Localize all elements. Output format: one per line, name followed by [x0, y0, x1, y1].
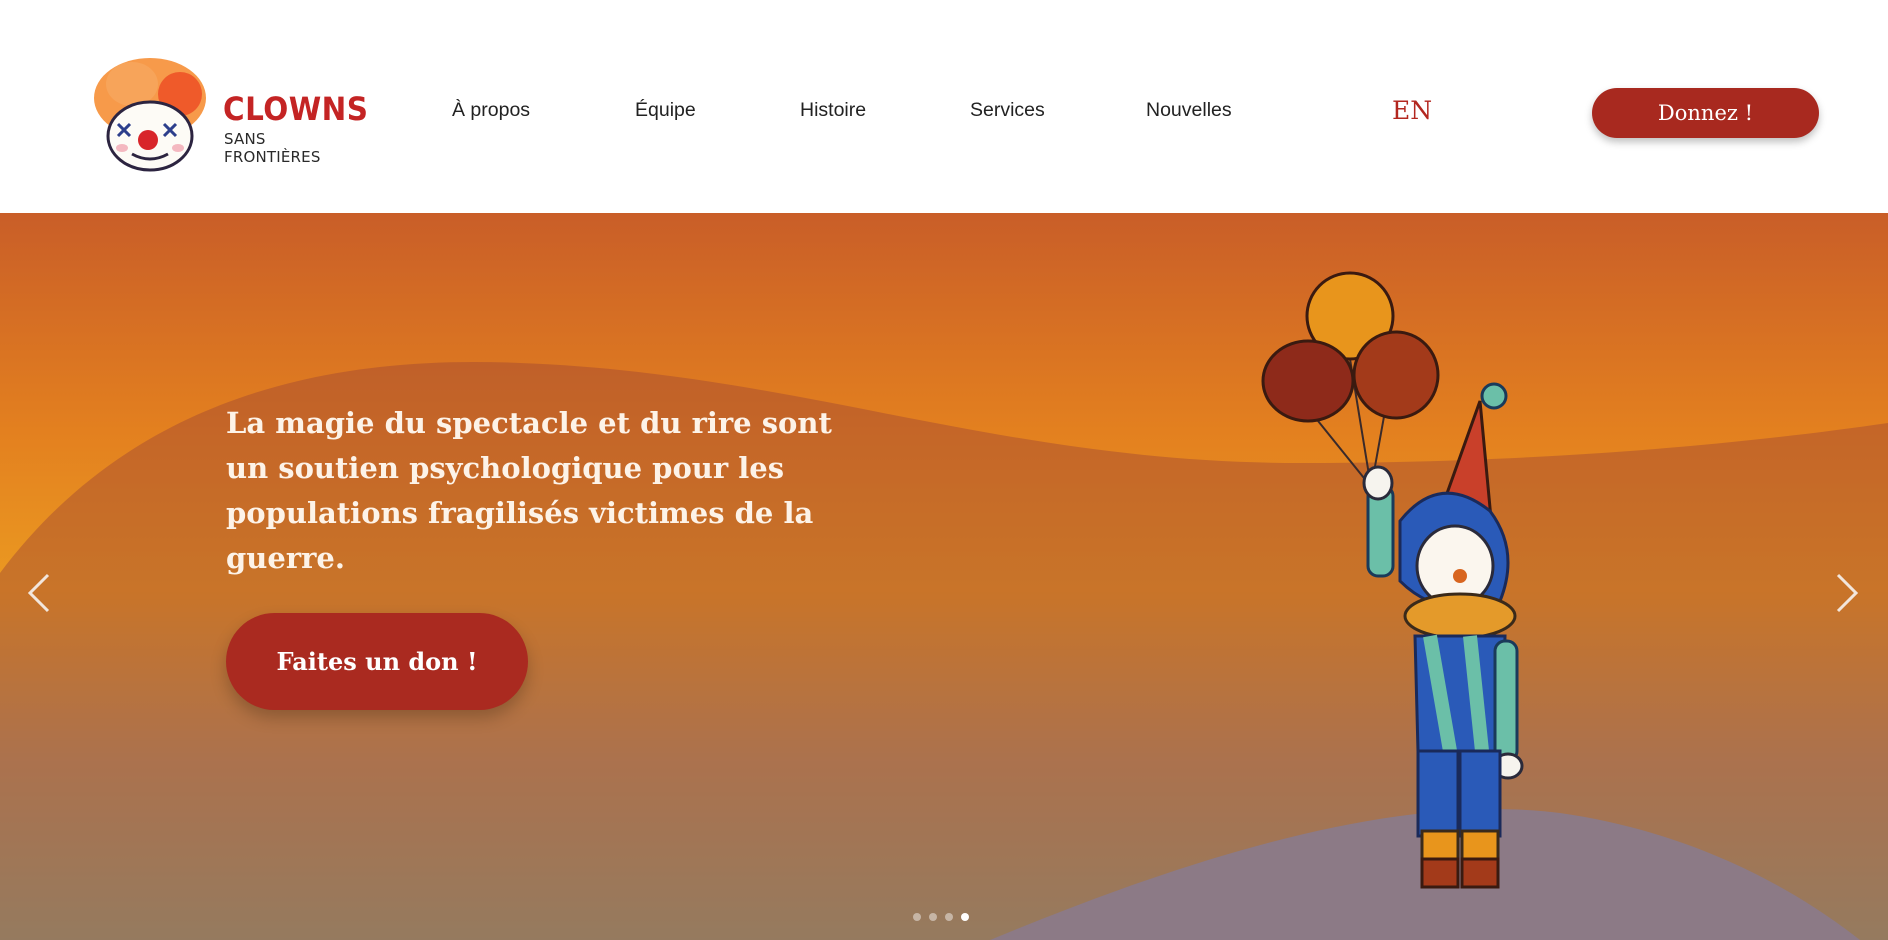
- chevron-left-icon[interactable]: [20, 563, 60, 623]
- nav-item-nouvelles[interactable]: Nouvelles: [1146, 99, 1232, 122]
- site-header: CLOWNS SANS FRONTIÈRES À propos Équipe H…: [0, 0, 1888, 213]
- nav-item-a-propos[interactable]: À propos: [452, 99, 530, 122]
- carousel-dot[interactable]: [945, 913, 953, 921]
- logo-subtitle: SANS FRONTIÈRES: [224, 130, 321, 166]
- donate-button[interactable]: Donnez !: [1592, 88, 1819, 138]
- language-switch[interactable]: EN: [1392, 96, 1432, 125]
- chevron-right-icon[interactable]: [1826, 563, 1866, 623]
- nav-item-equipe[interactable]: Équipe: [635, 99, 696, 122]
- carousel-dot[interactable]: [929, 913, 937, 921]
- carousel-dot[interactable]: [913, 913, 921, 921]
- nav-item-histoire[interactable]: Histoire: [800, 99, 866, 122]
- carousel-indicators: [913, 913, 969, 921]
- hero-headline: La magie du spectacle et du rire sont un…: [226, 406, 832, 575]
- donate-cta-button[interactable]: Faites un don !: [226, 613, 528, 710]
- nav-item-services[interactable]: Services: [970, 99, 1045, 122]
- clown-logo-icon: [94, 58, 206, 172]
- hero-carousel: La magie du spectacle et du rire sont un…: [0, 213, 1888, 940]
- carousel-dot-active[interactable]: [961, 913, 969, 921]
- site-logo[interactable]: CLOWNS SANS FRONTIÈRES: [92, 54, 368, 174]
- logo-title: CLOWNS: [223, 90, 369, 128]
- clown-balloons-illustration: [1261, 271, 1524, 889]
